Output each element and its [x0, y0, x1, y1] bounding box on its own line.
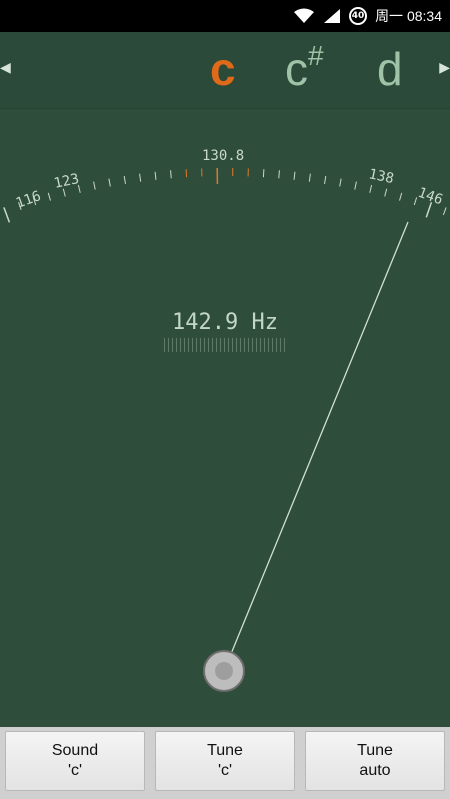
- needle-pivot-center: [215, 662, 233, 680]
- previous-note-arrow-icon[interactable]: ◀: [0, 60, 11, 76]
- gauge-tick: [123, 175, 126, 184]
- next-next-note[interactable]: d: [377, 42, 403, 96]
- gauge-tick: [93, 181, 96, 190]
- scale-label-146: 146: [416, 185, 445, 209]
- gauge-tick: [47, 192, 51, 201]
- status-time: 周一 08:34: [375, 8, 442, 24]
- tune-button-line2: 'c': [217, 762, 233, 779]
- gauge-tick: [369, 184, 373, 193]
- gauge-tick: [293, 171, 296, 180]
- gauge-tick: [278, 170, 280, 179]
- fine-scale: [164, 338, 286, 352]
- gauge-tick: [399, 192, 403, 201]
- bottom-button-bar: Sound 'c' Tune 'c' Tune auto: [0, 727, 450, 799]
- gauge-tick: [339, 178, 342, 187]
- sound-note-button[interactable]: Sound 'c': [5, 731, 145, 791]
- frequency-readout: 142.9 Hz: [172, 310, 278, 335]
- tune-auto-button-line2: auto: [359, 762, 391, 779]
- next-note-arrow-icon[interactable]: ▶: [439, 60, 450, 76]
- gauge-tick: [442, 207, 447, 216]
- note-selector[interactable]: ◀ c c# d ▶: [0, 32, 450, 109]
- gauge-tick: [3, 207, 11, 223]
- sound-button-line2: 'c': [67, 762, 83, 779]
- gauge-tick: [384, 188, 388, 197]
- next-note[interactable]: c#: [285, 39, 324, 96]
- sharp-symbol: #: [308, 39, 324, 71]
- gauge-tick: [154, 171, 157, 180]
- gauge-tick: [108, 178, 111, 187]
- status-bar: 40 周一 08:34: [0, 0, 450, 32]
- next-note-letter: c: [285, 43, 308, 95]
- signal-icon: [324, 9, 341, 23]
- scale-label-130-8: 130.8: [202, 148, 244, 164]
- scale-label-116: 116: [14, 188, 43, 212]
- tuner-gauge: 116 123 130.8 138 146: [3, 148, 447, 692]
- active-note[interactable]: c: [210, 42, 236, 96]
- gauge-needle: [223, 221, 409, 672]
- wifi-icon: [294, 8, 315, 23]
- gauge-tick: [324, 175, 327, 184]
- scale-label-123: 123: [53, 171, 81, 192]
- gauge-tick: [170, 170, 172, 179]
- notification-badge: 40: [349, 7, 368, 25]
- gauge-tick: [308, 173, 311, 182]
- status-icons: 40 周一 08:34: [293, 6, 442, 26]
- tune-auto-button-line1: Tune: [357, 742, 393, 759]
- tune-button-line1: Tune: [207, 742, 243, 759]
- tune-auto-button[interactable]: Tune auto: [305, 731, 445, 791]
- gauge-tick: [354, 181, 357, 190]
- scale-label-138: 138: [367, 166, 395, 187]
- sound-button-line1: Sound: [51, 742, 99, 759]
- gauge-tick: [139, 173, 142, 182]
- tune-note-button[interactable]: Tune 'c': [155, 731, 295, 791]
